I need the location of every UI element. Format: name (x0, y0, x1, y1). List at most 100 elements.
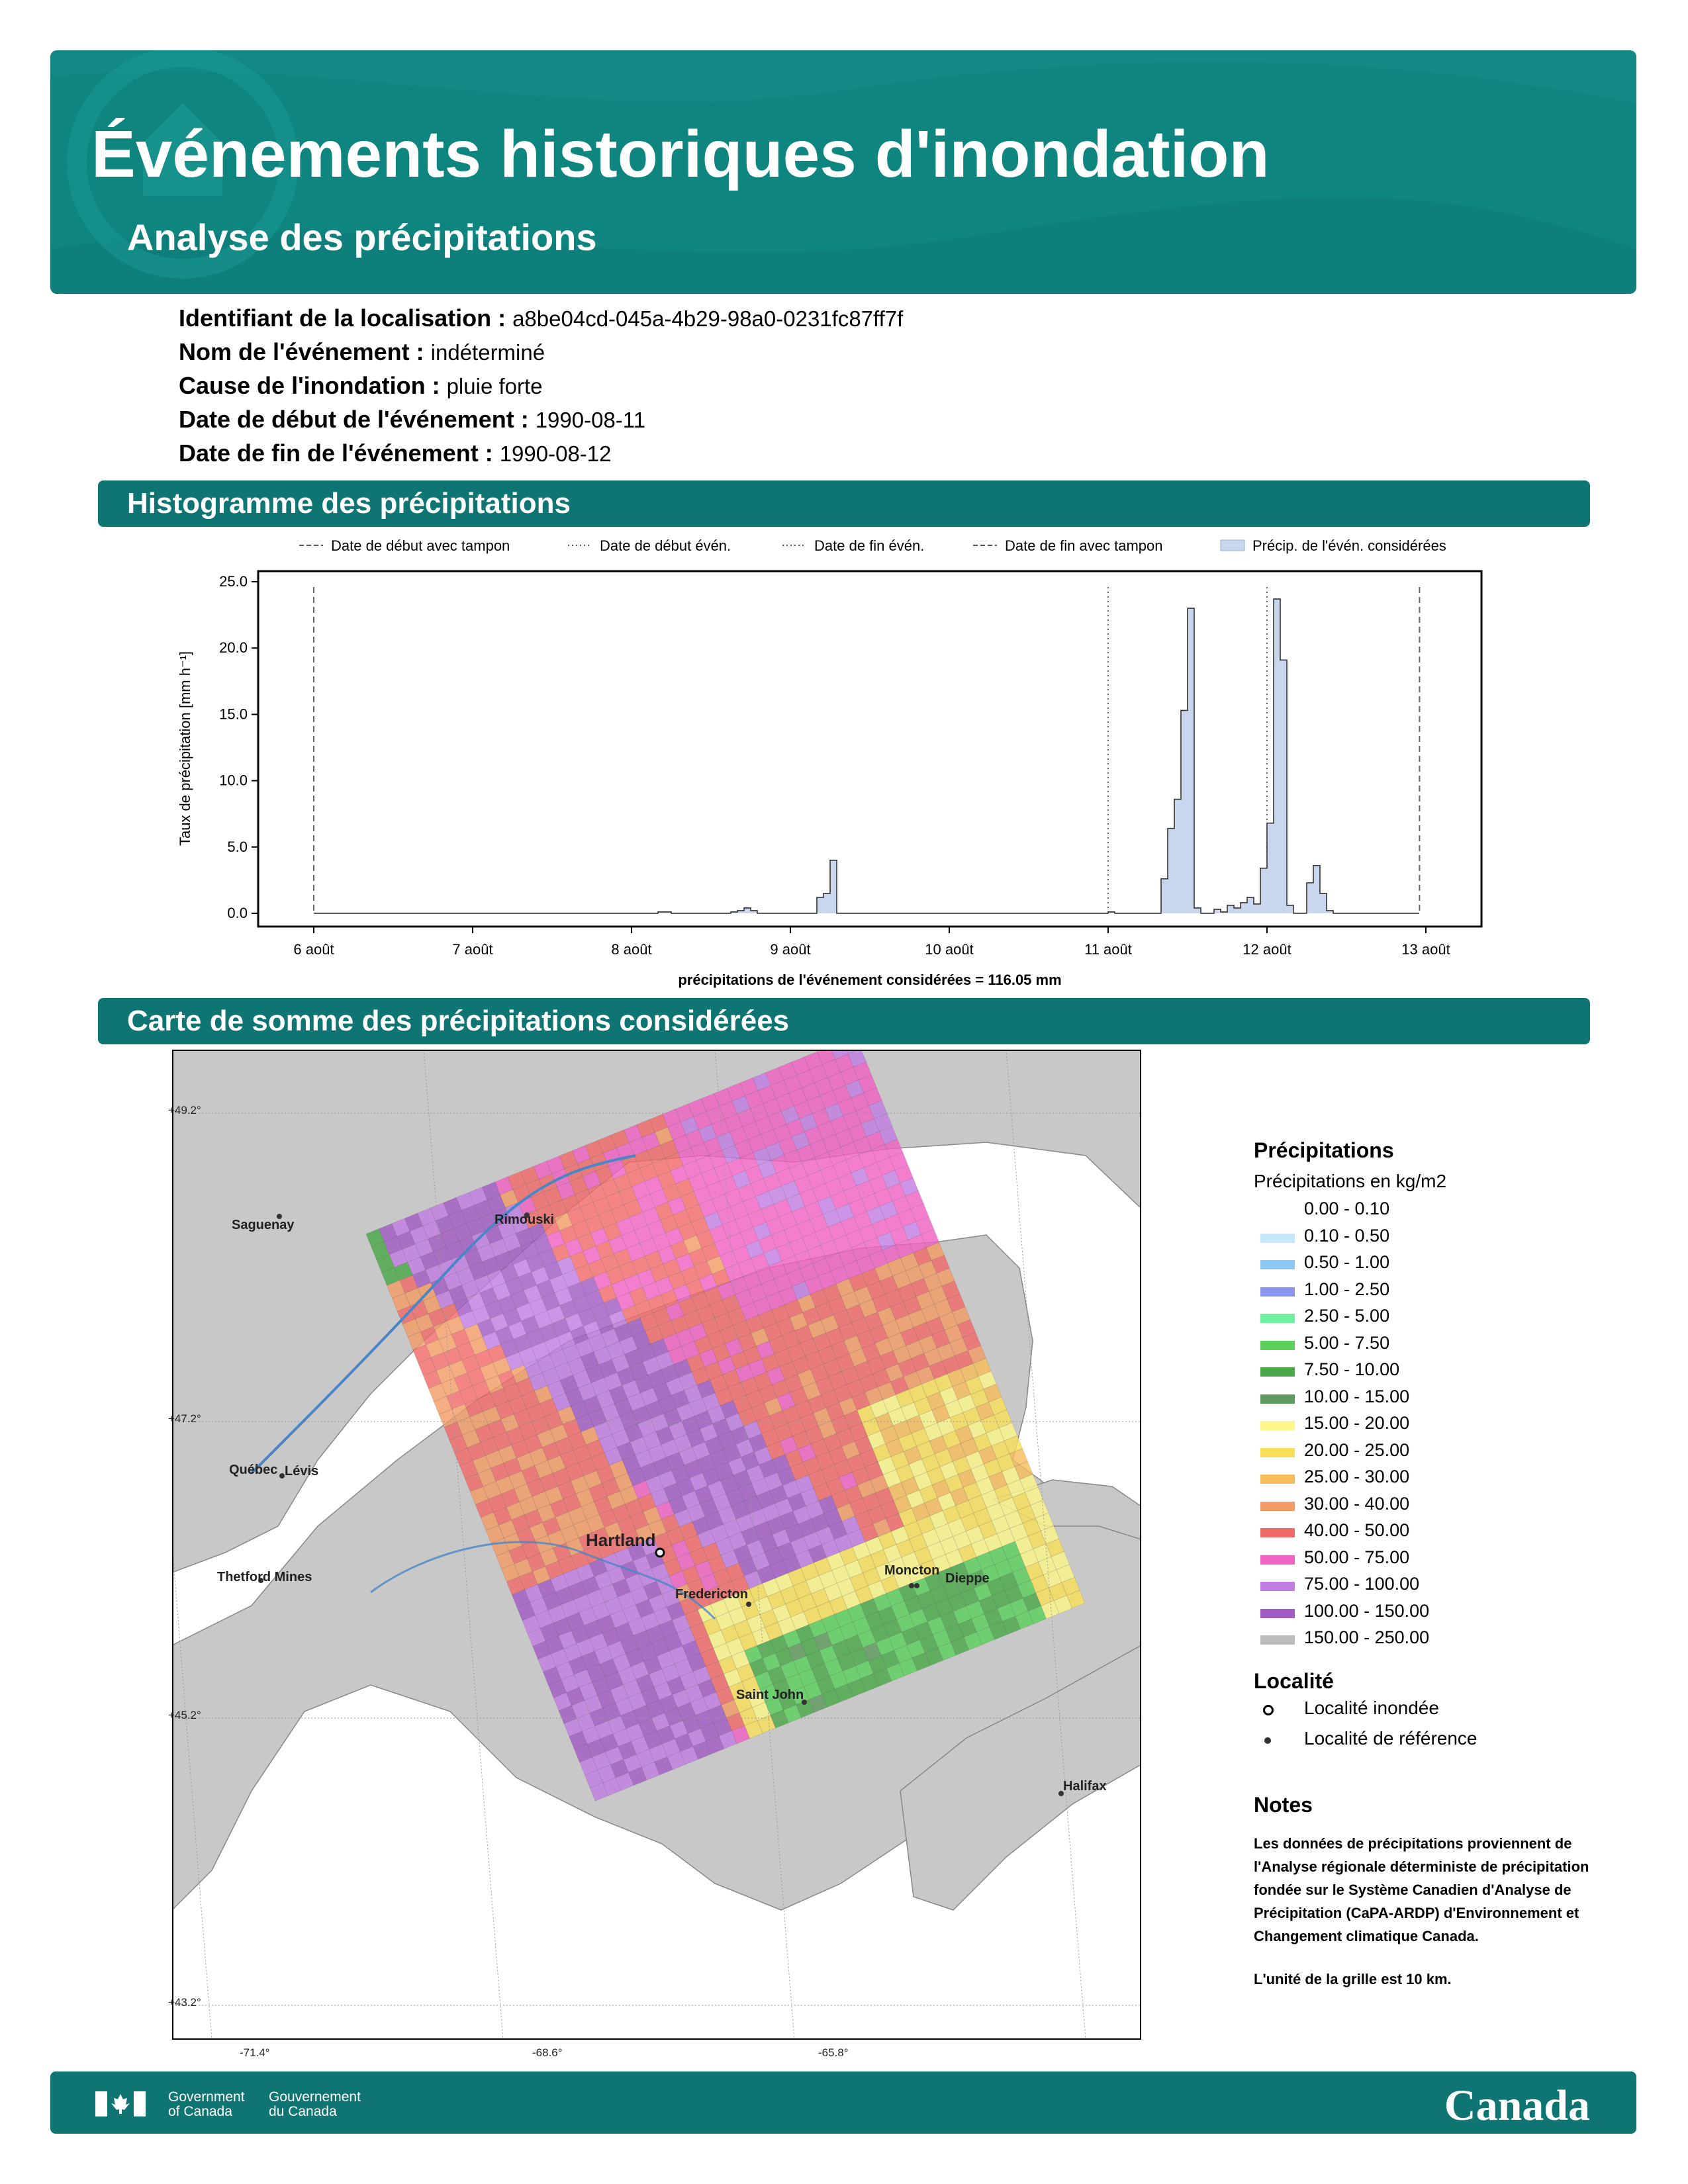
date-marker-lines (313, 587, 1421, 912)
legend-class-row: 40.00 - 50.00 (1254, 1519, 1624, 1546)
city-marker-levis (279, 1473, 285, 1479)
map-label-levis: Lévis (285, 1464, 319, 1479)
y-tick-label: 15.0 (219, 705, 248, 722)
info-label: Date de début de l'événement : (179, 406, 529, 433)
y-tick-label: 20.0 (219, 639, 248, 656)
city-marker-dieppe (914, 1583, 919, 1588)
legend-title: Précipitations (1254, 1138, 1394, 1162)
gov-fr-line2: du Canada (269, 2104, 337, 2119)
precipitation-series (314, 598, 1419, 914)
info-location-id: Identifiant de la localisation : a8be04cd… (179, 304, 903, 332)
legend-class-row: 150.00 - 250.00 (1254, 1626, 1624, 1653)
map-label-saguenay: Saguenay (232, 1218, 295, 1232)
map-label-fredericton: Fredericton (675, 1587, 749, 1602)
legend-color-swatch (1260, 1367, 1295, 1377)
lat-label-43-2: +43.2° (168, 1996, 201, 2009)
legend-class-row: 10.00 - 15.00 (1254, 1385, 1624, 1412)
legend-class-row: 2.50 - 5.00 (1254, 1304, 1624, 1332)
legend-color-swatch (1260, 1206, 1295, 1216)
lat-label-45-2: +45.2° (168, 1709, 201, 1721)
y-tick-label: 25.0 (219, 573, 248, 590)
reference-locality-icon (1264, 1737, 1271, 1744)
legend-class-label: 40.00 - 50.00 (1304, 1520, 1410, 1540)
section-map-header: Carte de somme des précipitations consid… (98, 998, 1590, 1044)
locality-flooded-row: Localité inondée (1254, 1698, 1624, 1724)
map-label-dieppe: Dieppe (945, 1571, 990, 1586)
map-label-quebec: Québec (229, 1463, 278, 1477)
map-label-halifax: Halifax (1063, 1779, 1107, 1794)
legend-class-row: 20.00 - 25.00 (1254, 1439, 1624, 1466)
chart-legend-item: Date de début avec tampon (299, 537, 510, 554)
gov-name-en: Government of Canada (168, 2090, 245, 2119)
legend-class-row: 0.00 - 0.10 (1254, 1197, 1624, 1224)
chart-legend: Date de début avec tampon Date de début é… (299, 537, 1446, 554)
legend-color-swatch (1260, 1501, 1295, 1511)
chart-legend-label: Date de début évén. (600, 537, 731, 554)
info-event-name: Nom de l'événement : indéterminé (179, 338, 545, 366)
legend-class-label: 0.50 - 1.00 (1304, 1252, 1390, 1272)
notes-grid-unit: L'unité de la grille est 10 km. (1254, 1970, 1452, 1987)
legend-color-swatch (1260, 1555, 1295, 1565)
legend-class-row: 7.50 - 10.00 (1254, 1358, 1624, 1385)
legend-class-row: 0.50 - 1.00 (1254, 1251, 1624, 1278)
legend-class-label: 0.00 - 0.10 (1304, 1199, 1390, 1218)
section-map-title: Carte de somme des précipitations consid… (127, 1005, 790, 1037)
gov-en-line2: of Canada (168, 2104, 232, 2119)
info-label: Nom de l'événement : (179, 338, 424, 365)
legend-class-label: 15.00 - 20.00 (1304, 1413, 1410, 1433)
chart-legend-item: Date de début évén. (568, 537, 731, 554)
header-banner: Événements historiques d'inondation Anal… (50, 50, 1636, 294)
info-label: Date de fin de l'événement : (179, 439, 493, 467)
legend-class-label: 50.00 - 75.00 (1304, 1547, 1410, 1567)
legend-color-swatch (1260, 1528, 1295, 1537)
info-label: Cause de l'inondation : (179, 372, 440, 399)
info-value: 1990-08-12 (499, 441, 612, 466)
legend-class-row: 1.00 - 2.50 (1254, 1278, 1624, 1305)
legend-color-swatch (1260, 1314, 1295, 1323)
legend-subtitle: Précipitations en kg/m2 (1254, 1171, 1447, 1191)
chart-legend-item: Date de fin évén. (782, 537, 924, 554)
legend-class-row: 30.00 - 40.00 (1254, 1492, 1624, 1520)
legend-class-label: 30.00 - 40.00 (1304, 1493, 1410, 1514)
legend-color-swatch (1260, 1421, 1295, 1430)
locality-flooded-label: Localité inondée (1304, 1697, 1439, 1718)
legend-class-row: 0.10 - 0.50 (1254, 1224, 1624, 1251)
legend-class-row: 5.00 - 7.50 (1254, 1332, 1624, 1359)
lat-label-49-2: +49.2° (168, 1104, 201, 1116)
x-tick-label: 8 août (611, 941, 651, 958)
legend-color-swatch (1260, 1475, 1295, 1484)
info-value: pluie forte (446, 374, 543, 398)
legend-color-swatch (1260, 1260, 1295, 1269)
map-label-moncton: Moncton (884, 1563, 940, 1578)
chart-legend-item: Précip. de l'évén. considérées (1220, 537, 1446, 554)
legend-class-label: 100.00 - 150.00 (1304, 1600, 1430, 1621)
legend-class-label: 5.00 - 7.50 (1304, 1332, 1390, 1353)
city-marker-moncton (909, 1583, 914, 1588)
legend-color-swatch (1260, 1635, 1295, 1645)
info-flood-cause: Cause de l'inondation : pluie forte (179, 372, 543, 400)
legend-color-swatch (1260, 1340, 1295, 1350)
map-label-hartland: Hartland (586, 1530, 656, 1550)
locality-title: Localité (1254, 1668, 1334, 1693)
y-axis: 0.0 5.0 10.0 15.0 20.0 25.0 (219, 573, 258, 921)
chart-legend-label: Date de fin avec tampon (1005, 537, 1162, 554)
legend-color-swatch (1260, 1287, 1295, 1297)
notes-title: Notes (1254, 1792, 1313, 1817)
precipitation-sum-map (172, 1050, 1141, 2040)
legend-color-swatch (1260, 1447, 1295, 1457)
chart-legend-item: Date de fin avec tampon (973, 537, 1162, 554)
legend-class-label: 10.00 - 15.00 (1304, 1386, 1410, 1406)
map-label-thetford-mines: Thetford Mines (217, 1570, 312, 1584)
legend-class-label: 75.00 - 100.00 (1304, 1574, 1420, 1594)
x-axis-label: précipitations de l'événement considérée… (678, 972, 1061, 988)
x-axis: 6 août 7 août 8 août 9 août 10 août 11 août 12… (293, 927, 1450, 958)
x-tick-label: 10 août (925, 941, 973, 958)
x-tick-label: 11 août (1084, 941, 1132, 958)
legend-classes: 0.00 - 0.10 0.10 - 0.50 0.50 - 1.00 1.00 - … (1254, 1197, 1624, 1653)
info-value: a8be04cd-045a-4b29-98a0-0231fc87ff7f (512, 306, 904, 331)
legend-color-swatch (1260, 1394, 1295, 1404)
legend-class-label: 1.00 - 2.50 (1304, 1279, 1390, 1299)
page-subtitle: Analyse des précipitations (127, 216, 597, 258)
canada-wordmark: Canada (1444, 2081, 1590, 2130)
legend-class-row: 15.00 - 20.00 (1254, 1412, 1624, 1439)
